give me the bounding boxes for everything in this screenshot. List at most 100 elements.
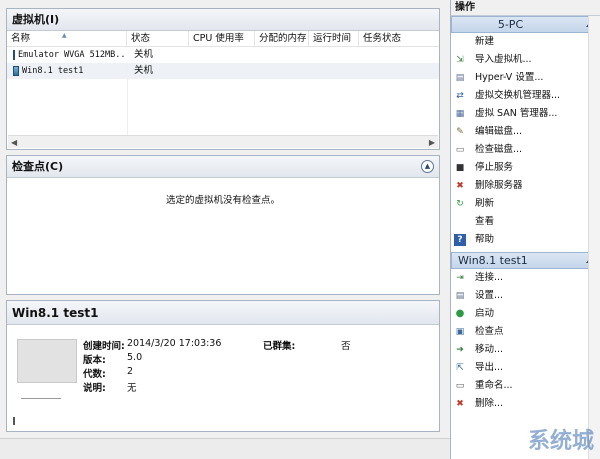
collapse-icon[interactable]: ▲ [421, 160, 434, 173]
generation-value: 2 [127, 366, 134, 377]
export-icon: ⇱ [456, 363, 464, 373]
action-label: 导出... [475, 362, 504, 373]
action-label: 删除服务器 [475, 180, 523, 191]
action-host-7[interactable]: ■ 停止服务 [451, 159, 600, 177]
host-actions-list: 新建 ⇲ 导入虚拟机... ▤ Hyper-V 设置... ⇄ 虚拟交换机管理器... ▦ 虚拟… [451, 33, 600, 249]
vm-actions-list: ⇥ 连接... ▤ 设置... ● 启动 ▣ 检查点 ➔ 移动... ⇱ 导出... ▭ 重命名... ✖ 删… [451, 269, 600, 413]
blank-icon [454, 36, 466, 48]
delete-icon: ✖ [456, 399, 464, 409]
action-label: 编辑磁盘... [475, 126, 523, 137]
action-vm-2[interactable]: ● 启动 [451, 305, 600, 323]
inspect-disk-icon: ▭ [455, 145, 465, 155]
version-value: 5.0 [127, 352, 143, 363]
action-host-8[interactable]: ✖ 删除服务器 [451, 177, 600, 195]
clustered-label: 已群集: [263, 341, 296, 352]
action-label: 刷新 [475, 198, 495, 209]
vm-name: Win8.1 test1 [22, 66, 84, 76]
action-label: 新建 [475, 36, 495, 47]
stop-icon: ■ [455, 163, 465, 173]
actions-pane: 操作 5-PC 新建 ⇲ 导入虚拟机... ▤ Hyper-V 设置... ⇄ 虚拟交换机管… [450, 0, 600, 459]
action-label: 连接... [475, 272, 504, 283]
vm-thumbnail [17, 339, 77, 383]
rename-icon: ▭ [455, 381, 465, 391]
action-vm-1[interactable]: ▤ 设置... [451, 287, 600, 305]
checkpoint-panel-title: 检查点(C) [7, 156, 439, 178]
refresh-icon: ↻ [456, 199, 464, 209]
table-row[interactable]: Win8.1 test1 关机 [7, 63, 439, 79]
vm-name: Emulator WVGA 512MB... [18, 50, 127, 60]
action-vm-5[interactable]: ⇱ 导出... [451, 359, 600, 377]
connect-icon: ⇥ [456, 273, 464, 283]
vm-settings-icon: ▤ [455, 291, 465, 301]
host-section-header[interactable]: 5-PC [451, 16, 600, 33]
status-bar [0, 438, 450, 459]
vm-icon [13, 50, 15, 60]
switch-icon: ⇄ [456, 91, 464, 101]
action-label: 移动... [475, 344, 504, 355]
checkpoint-panel: 检查点(C) ▲ 选定的虚拟机没有检查点。 [6, 155, 440, 295]
action-host-3[interactable]: ⇄ 虚拟交换机管理器... [451, 87, 600, 105]
action-host-4[interactable]: ▦ 虚拟 SAN 管理器... [451, 105, 600, 123]
actions-title: 操作 [451, 0, 600, 16]
action-host-11[interactable]: ? 帮助 [451, 231, 600, 249]
checkpoint-icon: ▣ [455, 327, 465, 337]
action-vm-3[interactable]: ▣ 检查点 [451, 323, 600, 341]
generation-label: 代数: [83, 369, 106, 380]
vm-state: 关机 [134, 65, 154, 76]
action-vm-0[interactable]: ⇥ 连接... [451, 269, 600, 287]
action-label: 停止服务 [475, 162, 514, 173]
detail-panel: Win8.1 test1 创建时间: 2014/3/20 17:03:36 版本… [6, 300, 440, 432]
horizontal-scrollbar[interactable]: ◀ ▶ [8, 135, 438, 148]
vm-table-header: 名称 状态 CPU 使用率 分配的内存 运行时间 任务状态 ▲ [7, 31, 439, 47]
notes-value: 无 [127, 383, 137, 394]
column-state[interactable]: 状态 [127, 31, 189, 46]
vm-panel-title: 虚拟机(I) [7, 9, 439, 31]
move-icon: ➔ [456, 345, 464, 355]
action-host-6[interactable]: ▭ 检查磁盘... [451, 141, 600, 159]
vm-panel: 虚拟机(I) 名称 状态 CPU 使用率 分配的内存 运行时间 任务状态 ▲ E… [6, 8, 440, 150]
action-host-9[interactable]: ↻ 刷新 [451, 195, 600, 213]
action-label: 启动 [475, 308, 495, 319]
action-label: 设置... [475, 290, 504, 301]
scroll-right-icon[interactable]: ▶ [429, 138, 435, 147]
scroll-left-icon[interactable]: ◀ [11, 138, 17, 147]
column-task-status[interactable]: 任务状态 [359, 31, 429, 46]
action-label: 删除... [475, 398, 504, 409]
action-vm-6[interactable]: ▭ 重命名... [451, 377, 600, 395]
thumbnail-divider [21, 398, 61, 399]
version-label: 版本: [83, 355, 106, 366]
action-vm-7[interactable]: ✖ 删除... [451, 395, 600, 413]
watermark-logo: 系统城 [527, 428, 594, 454]
vm-section-name: Win8.1 test1 [458, 254, 528, 267]
delete-server-icon: ✖ [456, 181, 464, 191]
vm-section-header[interactable]: Win8.1 test1 [451, 252, 600, 269]
column-name[interactable]: 名称 [7, 31, 127, 46]
host-name: 5-PC [497, 18, 524, 31]
blank-icon [454, 216, 466, 228]
start-icon: ● [455, 308, 465, 319]
action-host-0[interactable]: 新建 [451, 33, 600, 51]
action-label: Hyper-V 设置... [475, 72, 544, 83]
column-cpu[interactable]: CPU 使用率 [189, 31, 255, 46]
action-label: 帮助 [475, 234, 495, 245]
san-icon: ▦ [455, 109, 465, 119]
action-host-10[interactable]: 查看 [451, 213, 600, 231]
action-label: 虚拟 SAN 管理器... [475, 108, 558, 119]
vm-state: 关机 [134, 49, 154, 60]
column-memory[interactable]: 分配的内存 [255, 31, 309, 46]
created-value: 2014/3/20 17:03:36 [127, 338, 222, 349]
table-row[interactable]: Emulator WVGA 512MB... 关机 [7, 47, 439, 63]
column-uptime[interactable]: 运行时间 [309, 31, 359, 46]
action-host-1[interactable]: ⇲ 导入虚拟机... [451, 51, 600, 69]
action-label: 重命名... [475, 380, 513, 391]
vertical-scrollbar[interactable] [588, 16, 600, 459]
action-host-2[interactable]: ▤ Hyper-V 设置... [451, 69, 600, 87]
edit-disk-icon: ✎ [456, 127, 464, 137]
import-icon: ⇲ [456, 55, 464, 65]
clustered-value: 否 [341, 341, 351, 352]
detail-panel-title: Win8.1 test1 [7, 301, 439, 325]
scroll-handle[interactable] [13, 417, 15, 425]
vm-icon [13, 66, 19, 76]
action-vm-4[interactable]: ➔ 移动... [451, 341, 600, 359]
action-host-5[interactable]: ✎ 编辑磁盘... [451, 123, 600, 141]
